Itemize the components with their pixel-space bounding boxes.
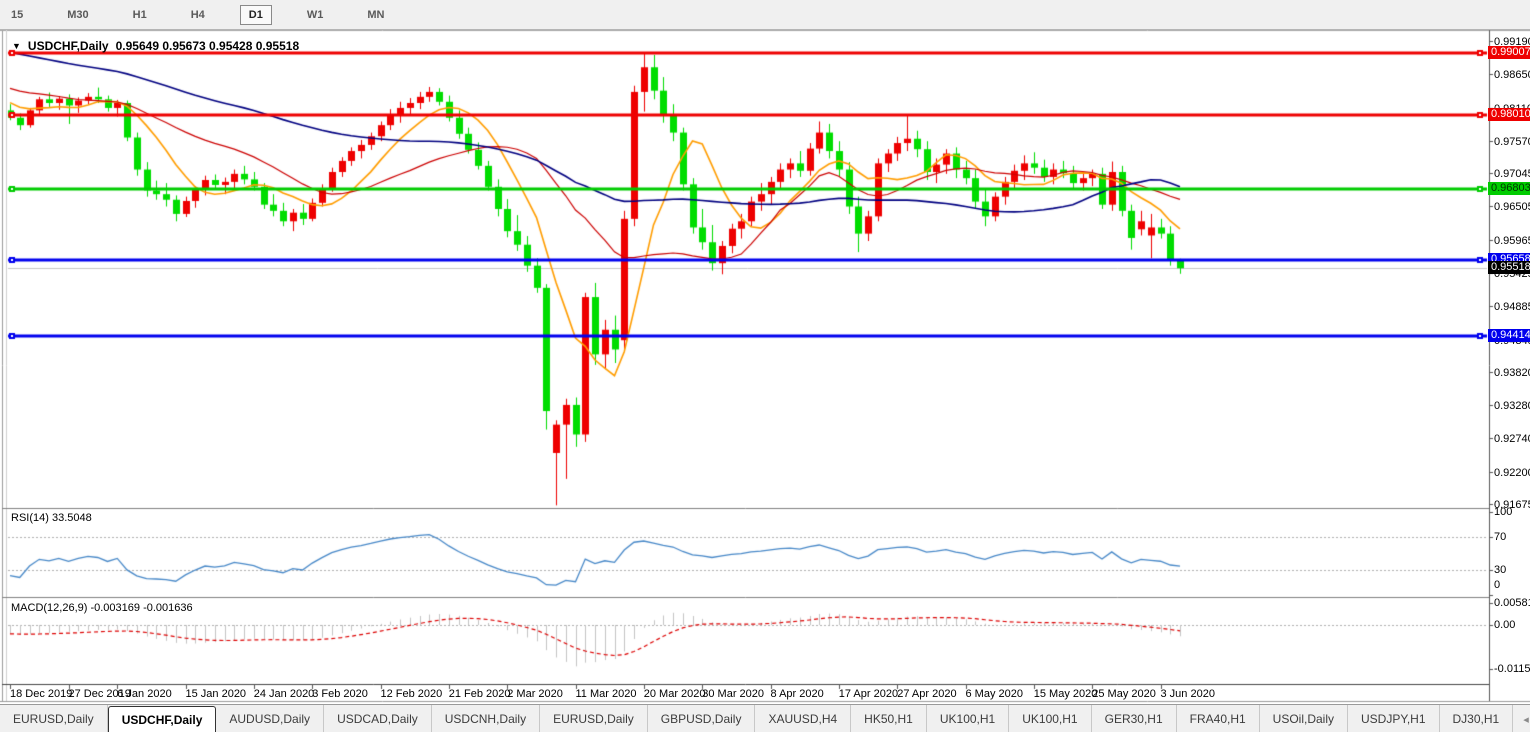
chart-dropdown-icon[interactable]: ▼ [12, 41, 21, 51]
tab-scroll-left-icon[interactable]: ◂ [1523, 713, 1529, 726]
chart-tab-usdchf-daily[interactable]: USDCHF,Daily [108, 706, 217, 732]
macd-indicator-label: MACD(12,26,9) -0.003169 -0.001636 [11, 602, 193, 614]
chart-tab-ger30-h1[interactable]: GER30,H1 [1092, 705, 1177, 732]
chart-tab-usdcnh-daily[interactable]: USDCNH,Daily [432, 705, 540, 732]
date-axis-label: 6 Jan 2020 [117, 688, 171, 700]
mt4-terminal: { "toolbar": { "periods": [ {"label":"15… [0, 0, 1530, 732]
price-axis-tick: 0.97570 [1494, 136, 1530, 148]
chart-tab-usdcad-daily[interactable]: USDCAD,Daily [324, 705, 432, 732]
date-axis-label: 20 Mar 2020 [644, 688, 706, 700]
rsi-indicator-label: RSI(14) 33.5048 [11, 512, 92, 524]
date-axis-label: 27 Apr 2020 [897, 688, 956, 700]
price-axis-tick: 0.93280 [1494, 400, 1530, 412]
price-axis-tick: 0.94885 [1494, 301, 1530, 313]
chart-tab-eurusd-daily[interactable]: EURUSD,Daily [0, 705, 108, 732]
date-axis-label: 11 Mar 2020 [576, 688, 637, 700]
chart-tab-audusd-daily[interactable]: AUDUSD,Daily [216, 705, 324, 732]
period-button-w1[interactable]: W1 [298, 5, 333, 25]
price-axis-tick: 0.96505 [1494, 201, 1530, 213]
chart-tab-uk100-h1[interactable]: UK100,H1 [927, 705, 1009, 732]
chart-tab-usdjpy-h1[interactable]: USDJPY,H1 [1348, 705, 1439, 732]
date-axis-label: 3 Jun 2020 [1161, 688, 1215, 700]
macd-axis-tick: 0.005818 [1494, 597, 1530, 609]
hline-price-label: 0.99007 [1488, 46, 1530, 59]
hline-price-label: 0.98010 [1488, 108, 1530, 121]
chart-tab-eurusd-daily[interactable]: EURUSD,Daily [540, 705, 648, 732]
date-axis-label: 6 May 2020 [966, 688, 1023, 700]
price-axis-tick: 0.93820 [1494, 367, 1530, 379]
period-button-m30[interactable]: M30 [58, 5, 97, 25]
chart-tab-usoil-daily[interactable]: USOil,Daily [1260, 705, 1348, 732]
price-axis-tick: 0.97045 [1494, 168, 1530, 180]
period-button-h1[interactable]: H1 [124, 5, 156, 25]
chart-ohlc-readout: 0.95649 0.95673 0.95428 0.95518 [116, 39, 300, 53]
date-axis-label: 17 Apr 2020 [839, 688, 898, 700]
chart-tab-uk100-h1[interactable]: UK100,H1 [1009, 705, 1091, 732]
period-button-h4[interactable]: H4 [182, 5, 214, 25]
rsi-axis-tick: 30 [1494, 564, 1506, 576]
price-axis-tick: 0.92740 [1494, 433, 1530, 445]
price-chart-canvas[interactable] [0, 0, 1530, 732]
period-button-mn[interactable]: MN [358, 5, 393, 25]
period-button-15[interactable]: 15 [2, 5, 32, 25]
current-price-label: 0.95518 [1488, 261, 1530, 274]
date-axis-label: 3 Feb 2020 [312, 688, 368, 700]
date-axis-label: 21 Feb 2020 [449, 688, 511, 700]
date-axis-label: 2 Mar 2020 [507, 688, 563, 700]
date-axis[interactable]: 18 Dec 201927 Dec 20196 Jan 202015 Jan 2… [0, 684, 1488, 702]
chart-tab-fra40-h1[interactable]: FRA40,H1 [1177, 705, 1260, 732]
price-axis-tick: 0.92200 [1494, 467, 1530, 479]
date-axis-label: 12 Feb 2020 [381, 688, 443, 700]
date-axis-label: 8 Apr 2020 [771, 688, 824, 700]
price-axis-tick: 0.98650 [1494, 69, 1530, 81]
macd-axis-tick: 0.00 [1494, 619, 1515, 631]
date-axis-label: 30 Mar 2020 [702, 688, 764, 700]
chart-tab-xauusd-h4[interactable]: XAUUSD,H4 [755, 705, 851, 732]
rsi-axis-tick: 100 [1494, 506, 1512, 518]
hline-price-label: 0.96803 [1488, 182, 1530, 195]
chart-tab-gbpusd-daily[interactable]: GBPUSD,Daily [648, 705, 756, 732]
price-axis[interactable]: 0.991900.986500.981100.975700.970450.965… [1488, 30, 1530, 700]
chart-tab-hk50-h1[interactable]: HK50,H1 [851, 705, 927, 732]
hline-price-label: 0.94414 [1488, 329, 1530, 342]
date-axis-label: 25 May 2020 [1092, 688, 1156, 700]
rsi-axis-tick: 0 [1494, 579, 1500, 591]
rsi-axis-tick: 70 [1494, 531, 1506, 543]
chart-tab-dj30-h1[interactable]: DJ30,H1 [1440, 705, 1514, 732]
date-axis-label: 15 May 2020 [1034, 688, 1098, 700]
date-axis-label: 18 Dec 2019 [10, 688, 72, 700]
price-axis-tick: 0.95965 [1494, 235, 1530, 247]
period-button-d1[interactable]: D1 [240, 5, 272, 25]
macd-axis-tick: -0.01151 [1494, 663, 1530, 675]
chart-symbol-label: USDCHF,Daily [28, 39, 109, 53]
date-axis-label: 24 Jan 2020 [254, 688, 315, 700]
date-axis-label: 15 Jan 2020 [186, 688, 247, 700]
timeframe-toolbar: 15 M30 H1 H4 D1 W1 MN [0, 0, 1530, 30]
chart-title: ▼ USDCHF,Daily 0.95649 0.95673 0.95428 0… [12, 39, 299, 53]
symbol-tab-bar: EURUSD,DailyUSDCHF,DailyAUDUSD,DailyUSDC… [0, 704, 1530, 732]
